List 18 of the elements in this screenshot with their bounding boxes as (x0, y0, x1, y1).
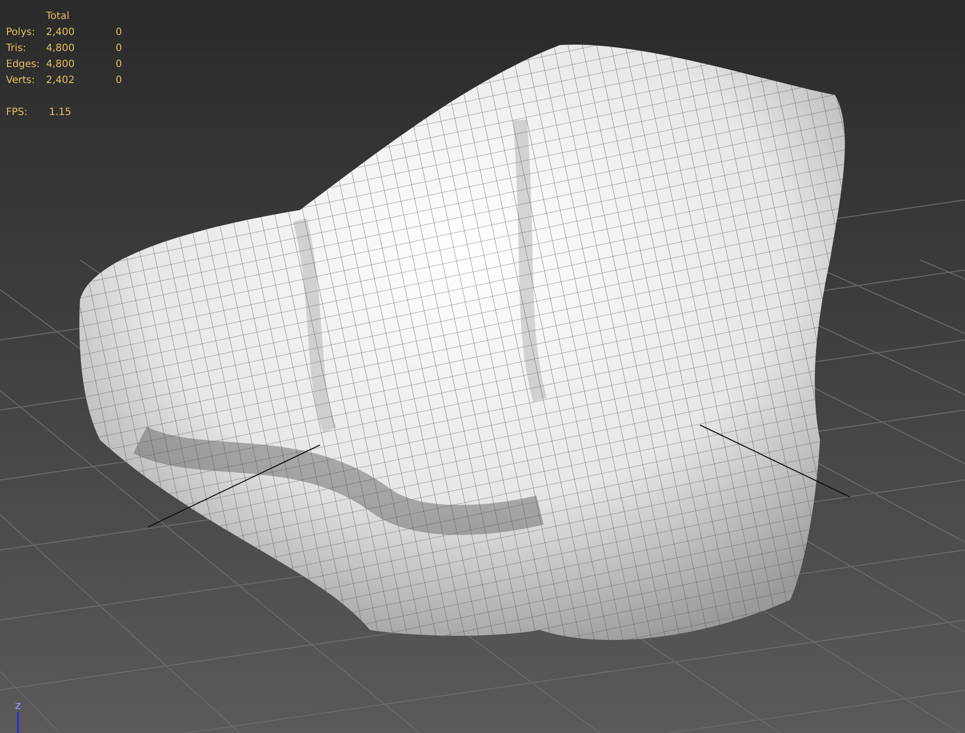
stats-header: Total (46, 10, 70, 23)
fps-value: 1.15 (48, 106, 72, 119)
stat-selected: 0 (114, 42, 123, 55)
viewport[interactable]: Total Polys: 2,400 0 Tris: 4,800 0 Edges: 4,800 0 Verts: 2,402 0 FPS: 1.15 z (0, 0, 965, 733)
z-axis-line (17, 712, 19, 733)
stat-selected: 0 (114, 26, 123, 39)
stat-label: Verts: (6, 74, 36, 87)
stat-total: 2,400 (46, 26, 76, 39)
stat-label: Tris: (6, 42, 28, 55)
axis-label: z (15, 700, 21, 711)
stat-total: 4,800 (46, 42, 76, 55)
stat-label: Edges: (6, 58, 41, 71)
stat-selected: 0 (114, 58, 123, 71)
fps-label: FPS: (6, 106, 28, 119)
stat-selected: 0 (114, 74, 123, 87)
stat-total: 4,800 (46, 58, 76, 71)
stat-label: Polys: (6, 26, 36, 39)
stat-total: 2,402 (46, 74, 76, 87)
